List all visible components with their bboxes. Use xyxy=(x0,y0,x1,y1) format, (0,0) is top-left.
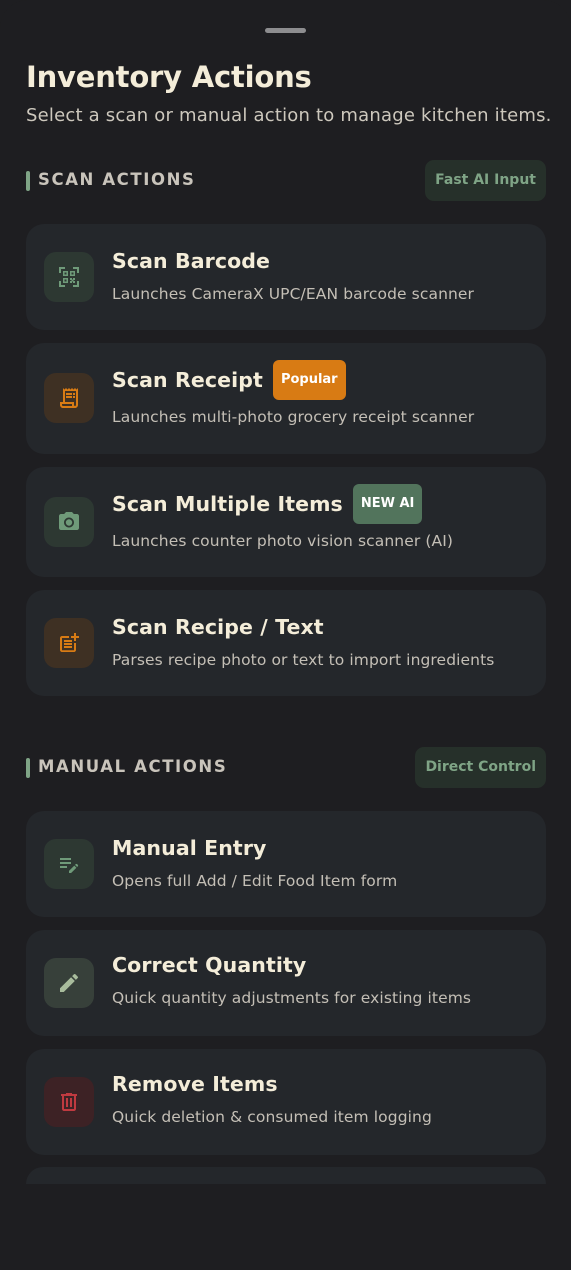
scan-recipe-text-card[interactable]: Scan Recipe / Text Parses recipe photo o… xyxy=(26,590,546,696)
new-ai-badge: NEW AI xyxy=(352,484,423,524)
remove-items-card[interactable]: Remove Items Quick deletion & consumed i… xyxy=(26,1049,546,1155)
card-title-row: Manual Entry xyxy=(112,828,267,868)
scan-barcode-description: Launches CameraX UPC/EAN barcode scanner xyxy=(112,285,475,303)
drag-handle[interactable] xyxy=(265,28,306,33)
card-title-row: Scan Recipe / Text xyxy=(112,607,324,647)
correct-quantity-title: Correct Quantity xyxy=(112,953,307,977)
section-accent-bar xyxy=(26,758,30,778)
card-title-row: Scan Multiple Items NEW AI xyxy=(112,484,423,524)
pencil-icon xyxy=(44,958,94,1008)
scan-recipe-text-title: Scan Recipe / Text xyxy=(112,615,324,639)
scan-multiple-items-title: Scan Multiple Items xyxy=(112,492,343,516)
section-title-scan: SCAN ACTIONS xyxy=(38,170,196,189)
card-title-row: Scan Barcode xyxy=(112,241,270,281)
section-accent-bar xyxy=(26,171,30,191)
direct-control-chip: Direct Control xyxy=(415,747,546,788)
manual-entry-card[interactable]: Manual Entry Opens full Add / Edit Food … xyxy=(26,811,546,917)
scan-barcode-title: Scan Barcode xyxy=(112,249,271,273)
card-title-row: Scan Receipt Popular xyxy=(112,360,346,400)
inventory-actions-sheet: Inventory Actions Select a scan or manua… xyxy=(0,0,571,1270)
remove-items-description: Quick deletion & consumed item logging xyxy=(112,1108,432,1126)
scan-barcode-card[interactable]: Scan Barcode Launches CameraX UPC/EAN ba… xyxy=(26,224,546,330)
trash-icon xyxy=(44,1077,94,1127)
next-card-peek[interactable] xyxy=(26,1167,546,1184)
popular-badge: Popular xyxy=(272,360,346,400)
manual-actions-header: MANUAL ACTIONS Direct Control xyxy=(26,747,546,788)
edit-note-icon xyxy=(44,839,94,889)
receipt-icon xyxy=(44,373,94,423)
sheet-title: Inventory Actions xyxy=(26,60,312,94)
sheet-subtitle: Select a scan or manual action to manage… xyxy=(26,105,552,126)
post-add-icon xyxy=(44,618,94,668)
qr-code-scanner-icon xyxy=(44,252,94,302)
manual-entry-title: Manual Entry xyxy=(112,836,267,860)
scan-multiple-items-card[interactable]: Scan Multiple Items NEW AI Launches coun… xyxy=(26,467,546,577)
scan-receipt-card[interactable]: Scan Receipt Popular Launches multi-phot… xyxy=(26,343,546,454)
scan-multiple-items-description: Launches counter photo vision scanner (A… xyxy=(112,532,454,550)
correct-quantity-description: Quick quantity adjustments for existing … xyxy=(112,989,472,1007)
scan-recipe-text-description: Parses recipe photo or text to import in… xyxy=(112,651,495,669)
section-title-manual: MANUAL ACTIONS xyxy=(38,757,228,776)
scan-receipt-title: Scan Receipt xyxy=(112,368,263,392)
manual-entry-description: Opens full Add / Edit Food Item form xyxy=(112,872,398,890)
camera-icon xyxy=(44,497,94,547)
card-title-row: Correct Quantity xyxy=(112,945,306,985)
card-title-row: Remove Items xyxy=(112,1064,278,1104)
scan-actions-header: SCAN ACTIONS Fast AI Input xyxy=(26,160,546,201)
scan-receipt-description: Launches multi-photo grocery receipt sca… xyxy=(112,408,475,426)
remove-items-title: Remove Items xyxy=(112,1072,278,1096)
fast-ai-input-chip: Fast AI Input xyxy=(425,160,546,201)
correct-quantity-card[interactable]: Correct Quantity Quick quantity adjustme… xyxy=(26,930,546,1036)
